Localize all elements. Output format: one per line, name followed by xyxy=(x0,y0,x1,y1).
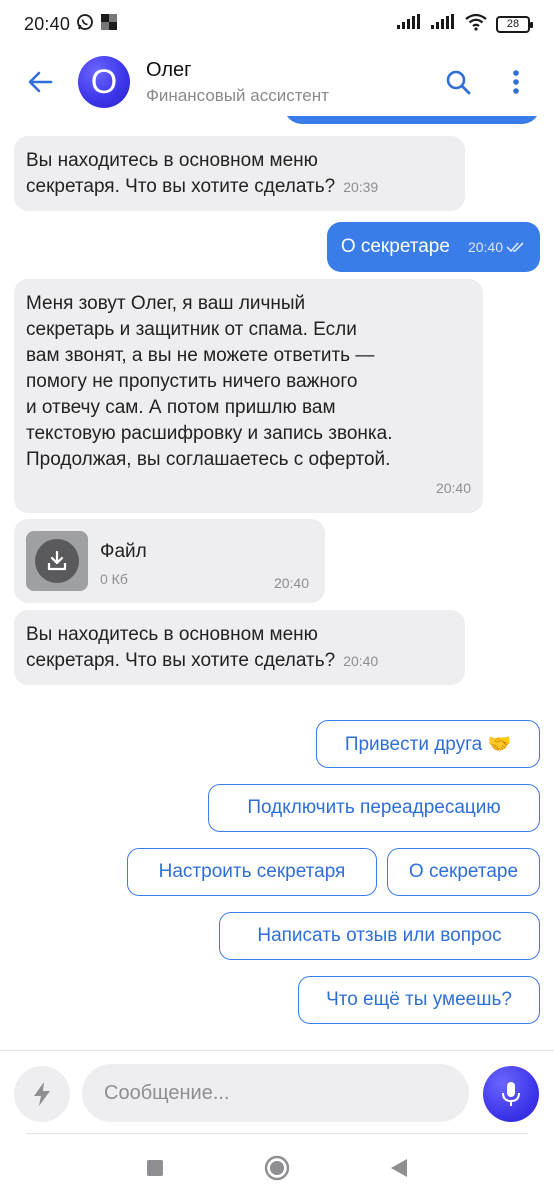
avatar[interactable]: О xyxy=(78,56,130,108)
quick-reply-what-else[interactable]: Что ещё ты умеешь? xyxy=(298,976,540,1024)
message-list[interactable]: Вы находитесь в основном меню секретаря.… xyxy=(0,116,554,1050)
quick-reply-about-secretary[interactable]: О секретаре xyxy=(387,848,540,896)
search-button[interactable] xyxy=(436,60,480,104)
search-icon xyxy=(446,70,471,95)
wifi-icon xyxy=(464,13,488,36)
message-text: Вы находитесь в основном меню секретаря.… xyxy=(26,150,336,197)
message-time: 20:40 xyxy=(467,239,503,255)
back-button[interactable] xyxy=(10,52,70,112)
message-input[interactable] xyxy=(82,1064,469,1122)
message-outgoing[interactable]: О секретаре 20:40 xyxy=(326,222,540,272)
arrow-left-icon xyxy=(28,71,53,93)
message-time: 20:40 xyxy=(273,575,309,591)
file-message[interactable]: Файл 0 Кб 20:40 xyxy=(14,519,325,603)
message-incoming[interactable]: Вы находитесь в основном меню секретаря.… xyxy=(14,610,465,685)
file-name: Файл xyxy=(100,541,147,562)
home-button[interactable] xyxy=(264,1155,290,1186)
contact-subtitle: Финансовый ассистент xyxy=(146,85,329,105)
chat-header: О Олег Финансовый ассистент xyxy=(0,48,554,116)
battery-icon: 28 xyxy=(496,15,533,33)
message-incoming[interactable]: Вы находитесь в основном меню секретаря.… xyxy=(14,136,465,211)
message-time: 20:39 xyxy=(343,179,379,195)
contact-info[interactable]: Олег Финансовый ассистент xyxy=(146,59,329,106)
message-text: О секретаре xyxy=(340,236,450,257)
file-size: 0 Кб xyxy=(100,571,128,587)
double-check-icon xyxy=(506,242,524,253)
quick-actions-button[interactable] xyxy=(14,1066,70,1122)
voice-message-button[interactable] xyxy=(483,1066,539,1122)
more-options-button[interactable] xyxy=(494,60,538,104)
back-nav-button[interactable] xyxy=(390,1158,408,1183)
message-incoming[interactable]: Меня зовут Олег, я ваш личный секретарь … xyxy=(14,279,483,513)
status-time: 20:40 xyxy=(24,13,71,34)
circle-icon xyxy=(264,1155,290,1180)
lightning-icon xyxy=(34,1082,50,1106)
file-download-button[interactable] xyxy=(26,531,88,591)
quick-reply-invite-friend[interactable]: Привести друга 🤝 xyxy=(316,720,540,768)
previous-outgoing-bubble xyxy=(284,116,540,124)
download-icon xyxy=(47,550,67,571)
signal-icon-2 xyxy=(430,13,456,35)
microphone-icon xyxy=(502,1082,520,1106)
square-icon xyxy=(147,1159,163,1176)
message-time: 20:40 xyxy=(343,653,379,669)
quick-reply-configure-secretary[interactable]: Настроить секретаря xyxy=(127,848,377,896)
divider xyxy=(0,1050,554,1051)
status-bar: 20:40 28 xyxy=(0,0,554,48)
message-time: 20:40 xyxy=(435,480,471,496)
quick-reply-setup-forwarding[interactable]: Подключить переадресацию xyxy=(208,784,540,832)
quick-reply-feedback[interactable]: Написать отзыв или вопрос xyxy=(219,912,540,960)
avatar-letter: О xyxy=(90,62,118,101)
message-text: Вы находитесь в основном меню секретаря.… xyxy=(26,624,336,671)
triangle-back-icon xyxy=(391,1158,407,1177)
divider xyxy=(26,1133,528,1134)
recent-apps-button[interactable] xyxy=(146,1159,164,1182)
signal-icon xyxy=(396,13,422,35)
system-navigation-bar xyxy=(0,1140,554,1200)
contact-name: Олег xyxy=(146,58,192,81)
app-notification-icon xyxy=(100,13,118,36)
more-vertical-icon xyxy=(513,70,519,94)
whatsapp-icon xyxy=(76,13,94,36)
composer xyxy=(0,1058,554,1128)
message-text: Меня зовут Олег, я ваш личный секретарь … xyxy=(26,293,393,470)
